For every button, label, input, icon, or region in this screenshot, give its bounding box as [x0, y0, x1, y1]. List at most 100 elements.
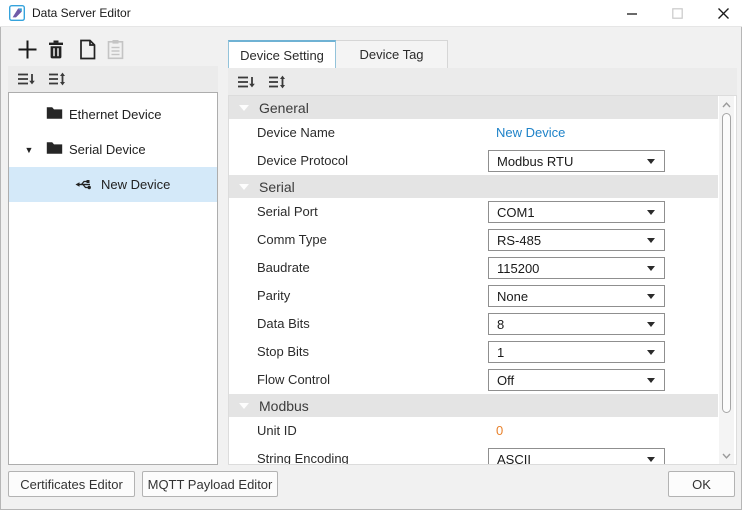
setting-row-device-protocol: Device Protocol Modbus RTU: [229, 147, 718, 175]
setting-row-device-name: Device Name New Device: [229, 119, 718, 147]
paste-clipboard-icon[interactable]: [104, 38, 126, 60]
setting-label: Data Bits: [257, 316, 310, 331]
stop-bits-dropdown[interactable]: 1: [488, 341, 665, 363]
chevron-down-icon: [239, 184, 249, 190]
setting-row-baudrate: Baudrate 115200: [229, 254, 718, 282]
close-icon[interactable]: [707, 0, 739, 27]
collapse-all-icon[interactable]: [17, 71, 35, 87]
section-label: Serial: [259, 178, 295, 195]
setting-row-data-bits: Data Bits 8: [229, 310, 718, 338]
tab-label: Device Tag: [359, 47, 424, 62]
maximize-button[interactable]: [661, 0, 693, 27]
dropdown-value: RS-485: [497, 232, 542, 248]
flow-control-dropdown[interactable]: Off: [488, 369, 665, 391]
ok-button[interactable]: OK: [668, 471, 735, 497]
serial-port-dropdown[interactable]: COM1: [488, 201, 665, 223]
setting-label: String Encoding: [257, 451, 349, 465]
mqtt-payload-editor-button[interactable]: MQTT Payload Editor: [142, 471, 278, 497]
copy-icon[interactable]: [76, 38, 98, 60]
chevron-expanded-icon[interactable]: ▼: [23, 145, 35, 155]
certificates-editor-button[interactable]: Certificates Editor: [8, 471, 135, 497]
setting-label: Baudrate: [257, 260, 310, 275]
delete-trash-icon[interactable]: [45, 38, 67, 60]
dropdown-value: Off: [497, 372, 515, 388]
section-header-general[interactable]: General: [229, 96, 718, 119]
tree-item-ethernet-device[interactable]: Ethernet Device: [9, 97, 217, 132]
settings-toolbar: [228, 68, 737, 95]
setting-label: Unit ID: [257, 423, 297, 438]
scrollbar-thumb[interactable]: [722, 113, 731, 413]
section-label: Modbus: [259, 397, 309, 414]
setting-label: Comm Type: [257, 232, 327, 247]
setting-row-flow-control: Flow Control Off: [229, 366, 718, 394]
parity-dropdown[interactable]: None: [488, 285, 665, 307]
tree-item-label: Serial Device: [69, 142, 146, 157]
setting-row-stop-bits: Stop Bits 1: [229, 338, 718, 366]
setting-row-serial-port: Serial Port COM1: [229, 198, 718, 226]
chevron-down-icon: [647, 209, 655, 215]
folder-icon: [46, 106, 63, 120]
tree-item-serial-device[interactable]: ▼ Serial Device: [9, 132, 217, 167]
unit-id-value[interactable]: 0: [496, 417, 503, 445]
setting-label: Flow Control: [257, 372, 330, 387]
tree-item-label: Ethernet Device: [69, 107, 162, 122]
setting-row-string-encoding: String Encoding ASCII: [229, 445, 718, 465]
settings-rows: General Device Name New Device Device Pr…: [229, 96, 718, 465]
device-tree: Ethernet Device ▼ Serial Device New Devi…: [8, 92, 218, 465]
expand-all-icon[interactable]: [268, 74, 286, 90]
dropdown-value: Modbus RTU: [497, 153, 574, 169]
device-protocol-dropdown[interactable]: Modbus RTU: [488, 150, 665, 172]
tab-device-tag[interactable]: Device Tag: [336, 40, 448, 68]
usb-device-icon: [75, 178, 93, 191]
chevron-down-icon: [647, 456, 655, 462]
chevron-down-icon: [647, 158, 655, 164]
add-device-icon[interactable]: [16, 38, 38, 60]
section-header-modbus[interactable]: Modbus: [229, 394, 718, 417]
window-title: Data Server Editor: [32, 6, 131, 20]
setting-label: Serial Port: [257, 204, 318, 219]
chevron-down-icon: [647, 293, 655, 299]
dropdown-value: 8: [497, 316, 505, 332]
section-label: General: [259, 99, 309, 116]
tree-toolbar: [8, 66, 218, 92]
setting-row-comm-type: Comm Type RS-485: [229, 226, 718, 254]
scroll-up-icon[interactable]: [719, 97, 734, 112]
dropdown-value: 1: [497, 344, 505, 360]
data-bits-dropdown[interactable]: 8: [488, 313, 665, 335]
data-server-editor-window: { "window": { "title": "Data Server Edit…: [0, 0, 742, 510]
comm-type-dropdown[interactable]: RS-485: [488, 229, 665, 251]
chevron-down-icon: [239, 105, 249, 111]
chevron-down-icon: [647, 237, 655, 243]
collapse-all-icon[interactable]: [237, 74, 255, 90]
minimize-button[interactable]: [616, 0, 648, 27]
dropdown-value: COM1: [497, 204, 535, 220]
chevron-down-icon: [647, 377, 655, 383]
dropdown-value: 115200: [497, 260, 540, 276]
folder-icon: [46, 141, 63, 155]
baudrate-dropdown[interactable]: 115200: [488, 257, 665, 279]
dropdown-value: ASCII: [497, 451, 531, 465]
tree-item-label: New Device: [101, 177, 171, 192]
chevron-down-icon: [647, 349, 655, 355]
dropdown-value: None: [497, 288, 529, 304]
expand-all-icon[interactable]: [48, 71, 66, 87]
setting-row-parity: Parity None: [229, 282, 718, 310]
tab-label: Device Setting: [240, 47, 324, 63]
settings-panel: General Device Name New Device Device Pr…: [228, 95, 737, 465]
setting-label: Parity: [257, 288, 291, 303]
titlebar: Data Server Editor: [0, 0, 742, 27]
setting-label: Device Protocol: [257, 153, 349, 168]
string-encoding-dropdown[interactable]: ASCII: [488, 448, 665, 465]
setting-label: Stop Bits: [257, 344, 310, 359]
chevron-down-icon: [647, 321, 655, 327]
chevron-down-icon: [239, 403, 249, 409]
chevron-down-icon: [647, 265, 655, 271]
app-logo-icon: [9, 5, 25, 21]
scroll-down-icon[interactable]: [719, 448, 734, 463]
tab-device-setting[interactable]: Device Setting: [228, 40, 336, 68]
vertical-scrollbar[interactable]: [719, 96, 734, 464]
device-name-value[interactable]: New Device: [496, 119, 565, 147]
section-header-serial[interactable]: Serial: [229, 175, 718, 198]
setting-label: Device Name: [257, 125, 336, 140]
tree-item-new-device[interactable]: New Device: [9, 167, 217, 202]
